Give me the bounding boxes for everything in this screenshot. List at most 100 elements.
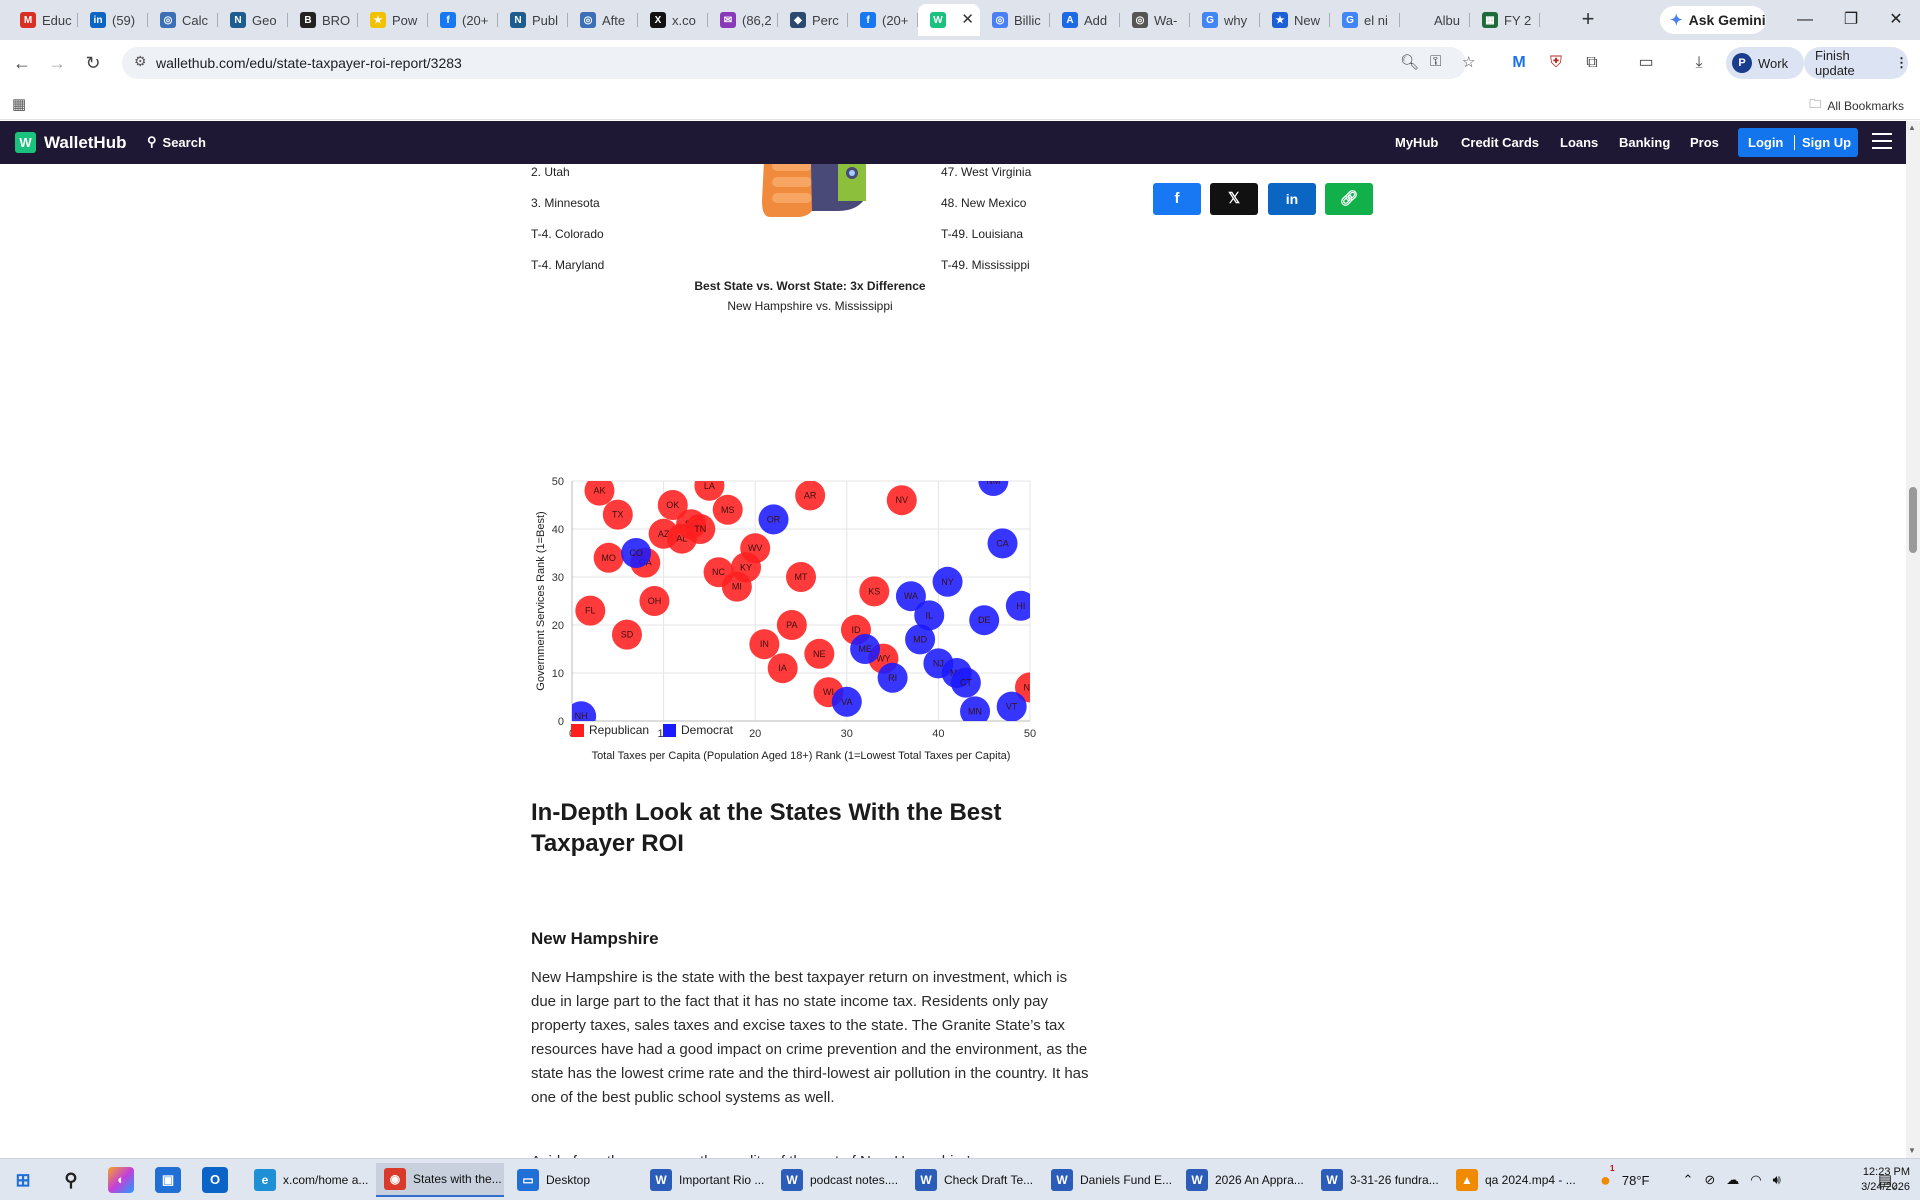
taskbar-app[interactable]: Wpodcast notes.... [773, 1163, 903, 1197]
share-facebook-button[interactable]: f [1153, 183, 1201, 215]
browser-tab[interactable]: N Publ [498, 4, 568, 36]
tab-title: BRO [322, 12, 351, 28]
ask-gemini-button[interactable]: ✦ Ask Gemini [1660, 6, 1766, 34]
profile-button[interactable]: P Work [1726, 47, 1804, 79]
share-x-button[interactable]: 𝕏 [1210, 183, 1258, 215]
apps-grid-icon[interactable]: ▦ [12, 95, 26, 113]
taskbar-app[interactable]: e x.com/home a... [246, 1163, 372, 1197]
browser-tab[interactable]: A Add [1050, 4, 1120, 36]
close-window-button[interactable]: ✕ [1884, 8, 1908, 32]
tab-search-icon[interactable]: ▭ [1635, 52, 1657, 74]
browser-tab[interactable]: f (20+ [848, 4, 918, 36]
scroll-up-icon[interactable]: ▲ [1908, 123, 1916, 132]
taskbar-app[interactable]: W Check Draft Te... [907, 1163, 1038, 1197]
browser-tab[interactable]: ✉ (86,2 [708, 4, 778, 36]
taskbar-app-label: 3-31-26 fundra... [1350, 1173, 1439, 1187]
forward-button[interactable]: → [43, 49, 71, 77]
browser-tab[interactable]: B BRO [288, 4, 358, 36]
search-icon[interactable]: ⚲ [58, 1167, 84, 1193]
close-tab-icon[interactable]: ✕ [961, 10, 974, 28]
remote-desktop-icon[interactable]: ▣ [155, 1167, 181, 1193]
outlook-icon[interactable]: O [202, 1167, 228, 1193]
facebook-icon: f [440, 12, 456, 28]
taskbar-app[interactable]: W 2026 An Appra... [1178, 1163, 1309, 1197]
finish-update-button[interactable]: Finish update ⋮ [1804, 47, 1908, 79]
browser-tab[interactable]: N Geo [218, 4, 288, 36]
back-button[interactable]: ← [8, 49, 36, 77]
browser-tab[interactable]: Xx.co [638, 4, 708, 36]
browser-tab[interactable]: Gwhy [1190, 4, 1260, 36]
site-settings-icon[interactable]: ⚙ [134, 53, 147, 70]
taskbar-app[interactable]: W Important Rio ... [642, 1163, 768, 1197]
weather-icon[interactable]: ● 1 [1600, 1164, 1614, 1191]
tab-title: FY 2 [1504, 12, 1532, 28]
restore-button[interactable]: ❐ [1839, 8, 1863, 32]
wifi-icon[interactable]: ◠ [1750, 1172, 1761, 1188]
taskbar-app[interactable]: W Daniels Fund E... [1043, 1163, 1174, 1197]
password-key-icon[interactable]: ⚿ [1430, 53, 1441, 70]
clock[interactable]: 12:23 PM 3/24/2026 [1840, 1165, 1910, 1195]
zoom-icon[interactable]: 🔍︎ [1400, 53, 1419, 71]
onedrive-icon[interactable]: ☁ [1726, 1172, 1739, 1188]
browser-tab[interactable]: ★ Pow [358, 4, 428, 36]
nm-icon: N [510, 12, 526, 28]
signup-button[interactable]: Sign Up [1802, 135, 1851, 150]
point-label: HI [1016, 601, 1025, 611]
wallethub-logo[interactable]: W WalletHub [15, 132, 126, 153]
taskbar-app[interactable]: ▲ qa 2024.mp4 - ... [1448, 1163, 1578, 1197]
gmail-icon: M [20, 12, 36, 28]
browser-tab[interactable]: ◆ Perc [778, 4, 848, 36]
browser-tab[interactable]: f (20+ [428, 4, 498, 36]
worst-rank-item: 47. West Virginia [941, 165, 1032, 179]
share-linkedin-button[interactable]: in [1268, 183, 1316, 215]
weather-temp[interactable]: 78°F [1622, 1173, 1650, 1188]
copy-link-button[interactable]: 🔗︎ [1325, 183, 1373, 215]
downloads-icon[interactable]: ⤓ [1688, 52, 1710, 74]
taskbar-app[interactable]: ▭ Desktop [509, 1163, 637, 1197]
taskbar-app[interactable]: ◉ States with the... [376, 1163, 504, 1197]
address-bar[interactable]: ⚙ wallethub.com/edu/state-taxpayer-roi-r… [122, 47, 1475, 79]
copilot-icon[interactable]: ◐ [108, 1167, 134, 1193]
bookmark-star-icon[interactable]: ☆ [1462, 53, 1475, 71]
extension-m-icon[interactable]: M [1508, 52, 1530, 74]
extensions-puzzle-icon[interactable]: ⧉ [1581, 52, 1603, 74]
login-button[interactable]: Login [1748, 135, 1783, 150]
browser-tab[interactable]: ▦ FY 2 [1470, 4, 1540, 36]
legend-item-republican: Republican [571, 723, 649, 737]
nav-loans[interactable]: Loans [1560, 135, 1598, 150]
browser-tab[interactable]: Albu [1400, 4, 1470, 36]
browser-tab[interactable]: in (59) [78, 4, 148, 36]
nav-banking[interactable]: Banking [1619, 135, 1670, 150]
notifications-icon[interactable]: ▤2 [1878, 1171, 1897, 1191]
nav-credit-cards[interactable]: Credit Cards [1461, 135, 1539, 150]
volume-icon[interactable]: 🔊︎ [1773, 1172, 1781, 1188]
minimize-button[interactable]: — [1793, 8, 1817, 32]
nav-myhub[interactable]: MyHub [1395, 135, 1438, 150]
page-scrollbar[interactable]: ▲ ▼ [1906, 121, 1920, 1158]
reload-button[interactable]: ↻ [79, 49, 107, 77]
browser-tab[interactable]: ★ New [1260, 4, 1330, 36]
new-tab-button[interactable]: + [1574, 6, 1602, 34]
taskbar-app[interactable]: W 3-31-26 fundra... [1313, 1163, 1444, 1197]
scrollbar-thumb[interactable] [1909, 487, 1917, 553]
chevron-up-icon[interactable]: ⌃ [1682, 1172, 1693, 1188]
browser-tab[interactable]: ◎ Calc [148, 4, 218, 36]
nav-pros[interactable]: Pros [1690, 135, 1719, 150]
browser-tab[interactable]: ◎ Afte [568, 4, 638, 36]
browser-tab[interactable]: ◎ Wa- [1120, 4, 1190, 36]
all-bookmarks-button[interactable]: 🗀 All Bookmarks [1809, 95, 1904, 116]
browser-tab[interactable]: ◎ Billic [980, 4, 1050, 36]
browser-tab[interactable]: Gel ni [1330, 4, 1400, 36]
url-text[interactable]: wallethub.com/edu/state-taxpayer-roi-rep… [156, 55, 462, 71]
gemini-icon: ✦ [1670, 12, 1683, 29]
scroll-down-icon[interactable]: ▼ [1908, 1146, 1916, 1155]
article-paragraph: New Hampshire is the state with the best… [531, 969, 1089, 1106]
site-search-button[interactable]: ⚲ Search [147, 134, 206, 150]
network-off-icon[interactable]: ⊘ [1704, 1172, 1715, 1188]
x-icon: 𝕏 [1227, 190, 1241, 207]
browser-tab[interactable]: W ✕ [918, 4, 980, 36]
start-button[interactable]: ⊞ [10, 1167, 36, 1193]
browser-tab[interactable]: M Educ [8, 4, 78, 36]
hamburger-menu-icon[interactable] [1872, 133, 1892, 154]
extension-shield-icon[interactable]: ⛨ [1545, 52, 1567, 74]
